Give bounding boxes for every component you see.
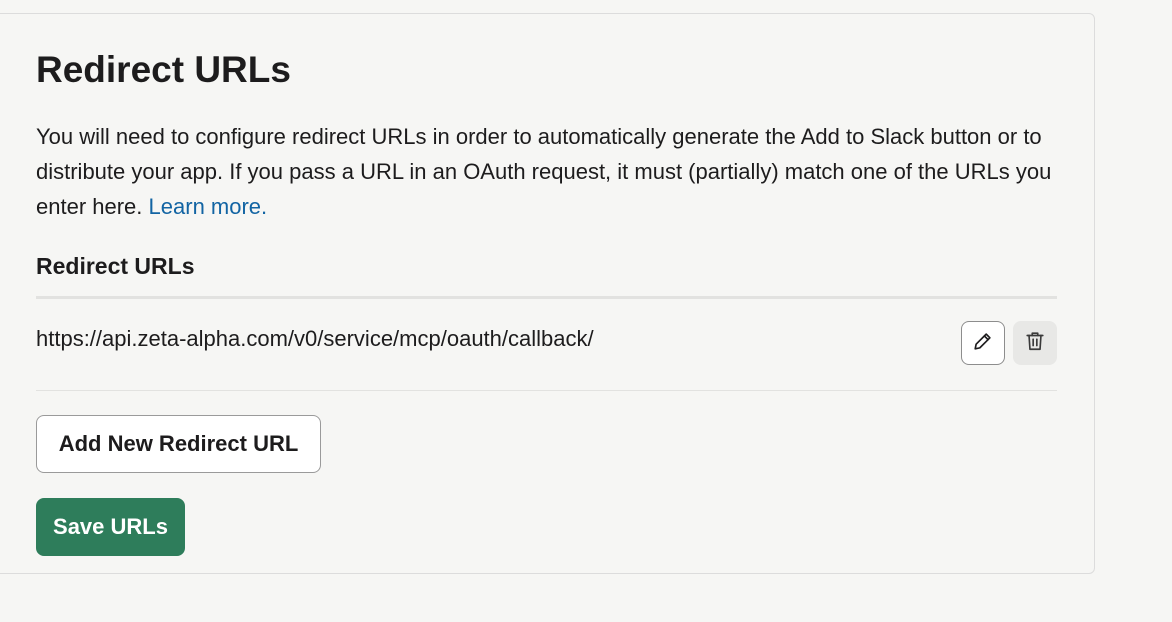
pencil-icon — [972, 330, 994, 357]
edit-url-button[interactable] — [961, 321, 1005, 365]
urls-subheading: Redirect URLs — [36, 253, 195, 279]
section-title: Redirect URLs — [36, 49, 291, 90]
learn-more-link[interactable]: Learn more. — [149, 194, 268, 219]
section-description: You will need to configure redirect URLs… — [36, 119, 1056, 224]
delete-url-button[interactable] — [1013, 321, 1057, 365]
save-urls-button[interactable]: Save URLs — [36, 498, 185, 556]
redirect-urls-card: Redirect URLs You will need to configure… — [0, 13, 1095, 574]
redirect-url-text: https://api.zeta-alpha.com/v0/service/mc… — [36, 326, 594, 351]
add-redirect-url-button[interactable]: Add New Redirect URL — [36, 415, 321, 473]
redirect-url-row: https://api.zeta-alpha.com/v0/service/mc… — [36, 314, 1057, 391]
trash-icon — [1024, 330, 1046, 357]
list-divider — [36, 296, 1057, 299]
